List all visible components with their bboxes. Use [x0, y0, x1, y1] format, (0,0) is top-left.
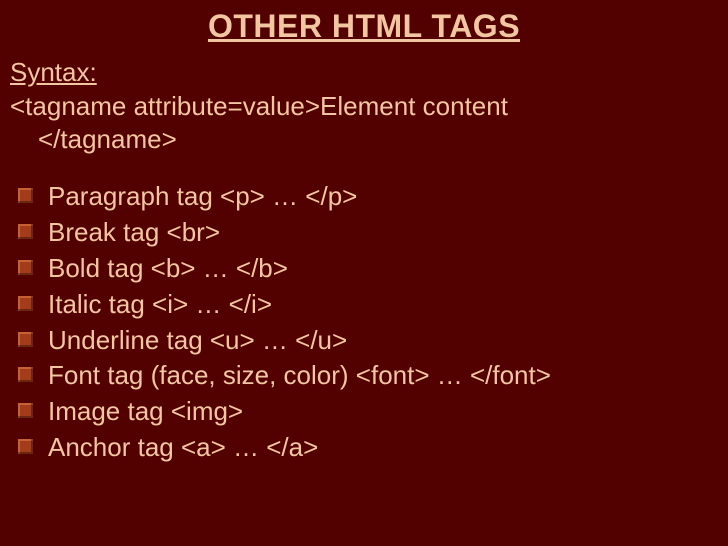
syntax-line-2: </tagname>	[10, 123, 177, 156]
slide-title: OTHER HTML TAGS	[10, 8, 718, 45]
list-item: Break tag <br>	[14, 215, 718, 251]
syntax-label: Syntax:	[10, 57, 718, 88]
list-item-text: Font tag (face, size, color) <font> … </…	[48, 360, 551, 390]
list-item: Underline tag <u> … </u>	[14, 323, 718, 359]
list-item-text: Image tag <img>	[48, 396, 243, 426]
list-item-text: Break tag <br>	[48, 217, 220, 247]
list-item-text: Bold tag <b> … </b>	[48, 253, 288, 283]
syntax-line-1: <tagname attribute=value>Element content	[10, 91, 508, 121]
list-item: Bold tag <b> … </b>	[14, 251, 718, 287]
list-item-text: Paragraph tag <p> … </p>	[48, 181, 357, 211]
list-item-text: Anchor tag <a> … </a>	[48, 432, 318, 462]
syntax-example: <tagname attribute=value>Element content…	[10, 90, 718, 155]
list-item: Italic tag <i> … </i>	[14, 287, 718, 323]
list-item-text: Italic tag <i> … </i>	[48, 289, 272, 319]
tag-list: Paragraph tag <p> … </p> Break tag <br> …	[10, 179, 718, 466]
list-item: Font tag (face, size, color) <font> … </…	[14, 358, 718, 394]
list-item: Anchor tag <a> … </a>	[14, 430, 718, 466]
list-item: Image tag <img>	[14, 394, 718, 430]
list-item: Paragraph tag <p> … </p>	[14, 179, 718, 215]
list-item-text: Underline tag <u> … </u>	[48, 325, 347, 355]
slide: OTHER HTML TAGS Syntax: <tagname attribu…	[0, 0, 728, 546]
